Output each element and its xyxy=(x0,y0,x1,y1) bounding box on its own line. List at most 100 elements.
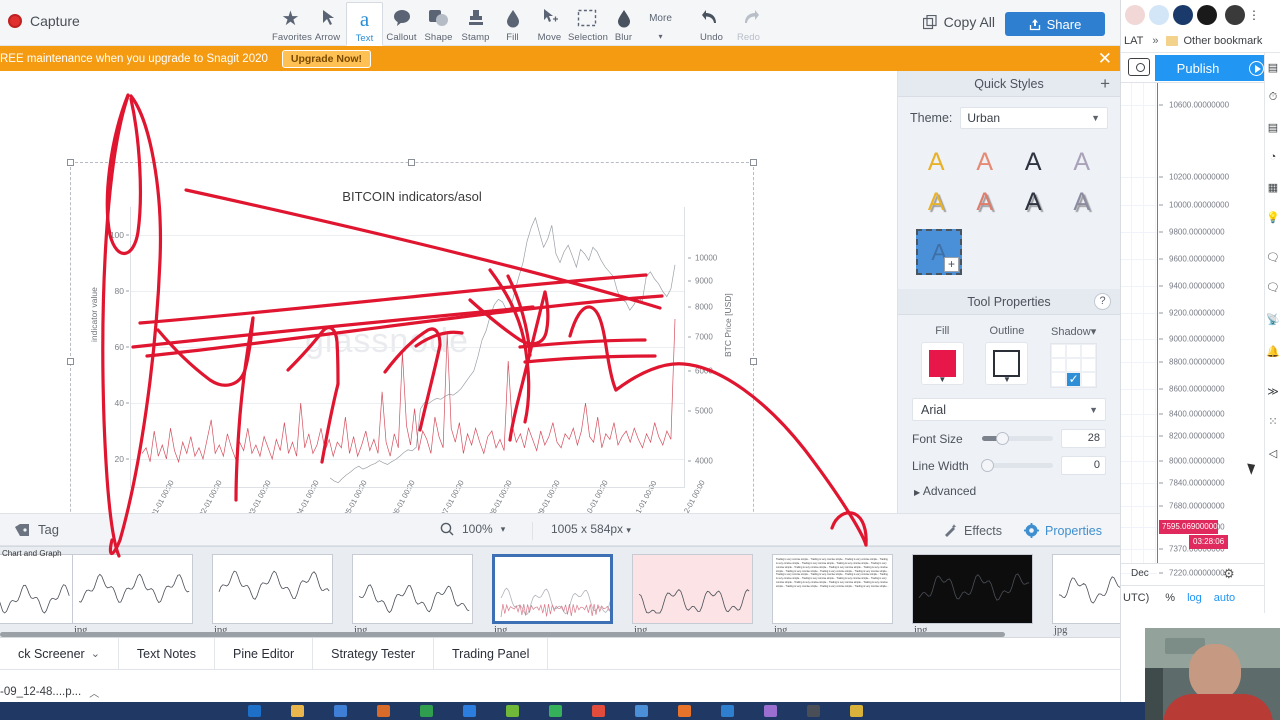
shadow-direction-grid[interactable]: ✓ xyxy=(1050,343,1098,388)
line-width-value[interactable]: 0 xyxy=(1061,456,1106,475)
taskbar-icon[interactable] xyxy=(721,705,734,717)
quick-style-swatch[interactable]: A xyxy=(961,185,1010,219)
effects-button[interactable]: Effects xyxy=(943,523,1002,538)
tray-thumbnail[interactable] xyxy=(352,554,473,624)
extension-icon-4[interactable] xyxy=(1197,5,1217,25)
taskbar-icon[interactable] xyxy=(764,705,777,717)
bottom-tab[interactable]: Strategy Tester xyxy=(313,637,434,670)
shadow-cell[interactable] xyxy=(1051,344,1067,358)
taskbar-icon[interactable] xyxy=(334,705,347,717)
taskbar-icon[interactable] xyxy=(377,705,390,717)
tag-button[interactable]: Tag xyxy=(14,522,59,537)
collapse-icon[interactable]: ≫ xyxy=(1265,383,1280,399)
shadow-cell[interactable] xyxy=(1066,358,1082,372)
extension-icon-3[interactable] xyxy=(1173,5,1193,25)
zoom-control[interactable]: 100% ▾ xyxy=(440,522,505,536)
calendar-icon[interactable]: ▦ xyxy=(1265,179,1280,195)
notifications-bell-icon[interactable]: 🔔 xyxy=(1265,343,1280,359)
public-chat-icon[interactable]: 🗨 xyxy=(1265,279,1280,295)
font-size-value[interactable]: 28 xyxy=(1061,429,1106,448)
taskbar-icon[interactable] xyxy=(678,705,691,717)
stream-icon[interactable]: 📡 xyxy=(1265,311,1280,327)
dimensions-control[interactable]: 1005 x 584px ▾ xyxy=(532,522,631,540)
tray-thumbnail[interactable]: Trading is very concise simple... Tradin… xyxy=(772,554,893,624)
alerts-clock-icon[interactable]: ⏱ xyxy=(1265,89,1280,105)
shadow-cell[interactable] xyxy=(1081,372,1097,387)
bookmarks-overflow-icon[interactable]: » xyxy=(1152,35,1158,47)
shadow-cell-selected[interactable]: ✓ xyxy=(1066,372,1082,387)
resize-handle-n[interactable] xyxy=(408,159,415,166)
hotlist-icon[interactable]: ◔ xyxy=(1265,149,1280,165)
auto-toggle[interactable]: auto xyxy=(1214,592,1235,604)
bottom-tab[interactable]: Trading Panel xyxy=(434,637,549,670)
extension-icon-2[interactable] xyxy=(1149,5,1169,25)
bottom-tab[interactable]: ck Screener ⌄ xyxy=(0,637,119,670)
taskbar-icon[interactable] xyxy=(807,705,820,717)
watchlist-icon[interactable]: ▤ xyxy=(1265,59,1280,75)
close-icon[interactable]: ✕ xyxy=(1098,49,1112,69)
chevron-up-icon[interactable]: ︿ xyxy=(89,685,99,700)
tool-redo[interactable]: Redo xyxy=(730,2,767,46)
chevron-down-icon[interactable]: ▾ xyxy=(1091,326,1097,338)
tool-fill[interactable]: Fill xyxy=(494,2,531,46)
tool-blur[interactable]: Blur xyxy=(605,2,642,46)
hide-panel-icon[interactable]: ◁ xyxy=(1265,445,1280,461)
quick-style-swatch[interactable]: A xyxy=(1058,185,1107,219)
tray-thumbnail[interactable] xyxy=(492,554,613,624)
tool-stamp[interactable]: Stamp xyxy=(457,2,494,46)
chat-icon[interactable]: 🗨 xyxy=(1265,249,1280,265)
tool-arrow[interactable]: Arrow xyxy=(309,2,346,46)
publish-button[interactable]: Publish xyxy=(1155,55,1241,81)
quick-style-swatch[interactable]: A xyxy=(961,145,1010,179)
taskbar-icon[interactable] xyxy=(549,705,562,717)
bookmark-lat[interactable]: LAT xyxy=(1124,35,1143,47)
taskbar-icon[interactable] xyxy=(248,705,261,717)
shadow-cell[interactable] xyxy=(1066,344,1082,358)
copy-all-button[interactable]: Copy All xyxy=(922,14,995,30)
ideas-icon[interactable]: 💡 xyxy=(1265,209,1280,225)
resize-handle-ne[interactable] xyxy=(750,159,757,166)
bottom-tab[interactable]: Pine Editor xyxy=(215,637,314,670)
tool-callout[interactable]: Callout xyxy=(383,2,420,46)
tool-selection[interactable]: Selection xyxy=(568,2,608,46)
add-style-icon[interactable]: + xyxy=(1100,74,1110,94)
tool-text[interactable]: a Text xyxy=(346,2,383,46)
gear-icon[interactable]: ⚙ xyxy=(1223,566,1235,582)
tool-favorites[interactable]: ★ Favorites xyxy=(272,2,312,46)
taskbar-icon[interactable] xyxy=(850,705,863,717)
other-bookmarks-label[interactable]: Other bookmark xyxy=(1183,35,1262,47)
extension-icon-1[interactable] xyxy=(1125,5,1145,25)
resize-handle-e[interactable] xyxy=(750,358,757,365)
quick-style-swatch[interactable]: A xyxy=(1009,185,1058,219)
font-family-select[interactable]: Arial ▼ xyxy=(912,398,1106,421)
profile-avatar[interactable] xyxy=(1225,5,1245,25)
tray-thumbnail[interactable] xyxy=(72,554,193,624)
line-width-slider[interactable] xyxy=(981,459,1053,472)
tool-move[interactable]: Move xyxy=(531,2,568,46)
font-size-slider[interactable] xyxy=(982,432,1053,445)
editor-canvas[interactable]: BITCOIN indicators/asol indicator value … xyxy=(0,71,897,565)
capture-button[interactable]: Capture xyxy=(8,13,80,29)
tool-shape[interactable]: Shape xyxy=(420,2,457,46)
tool-more[interactable]: More ▾ xyxy=(642,2,679,46)
shadow-cell[interactable] xyxy=(1051,372,1067,387)
fill-swatch-button[interactable]: ▼ xyxy=(920,342,964,385)
taskbar-icon[interactable] xyxy=(420,705,433,717)
taskbar-icon[interactable] xyxy=(506,705,519,717)
tray-thumbnail[interactable] xyxy=(0,554,73,624)
log-toggle[interactable]: log xyxy=(1187,592,1202,604)
tradingview-price-scale[interactable]: 10600.00000000 10200.00000000 10000.000000… xyxy=(1121,83,1280,580)
outline-swatch-button[interactable]: ▼ xyxy=(985,342,1029,385)
taskbar-icon[interactable] xyxy=(463,705,476,717)
theme-select[interactable]: Urban ▼ xyxy=(960,107,1108,129)
advanced-toggle[interactable]: ▶ Advanced xyxy=(914,484,1108,498)
upgrade-now-button[interactable]: Upgrade Now! xyxy=(281,49,372,68)
browser-menu-icon[interactable]: ⋮ xyxy=(1248,8,1260,22)
resize-handle-nw[interactable] xyxy=(67,159,74,166)
folder-icon[interactable] xyxy=(1166,36,1179,46)
chevron-down-icon[interactable]: ⌄ xyxy=(91,647,100,660)
horizontal-scrollbar[interactable] xyxy=(0,632,1005,637)
quick-style-swatch[interactable]: A xyxy=(912,145,961,179)
data-window-icon[interactable]: ▤ xyxy=(1265,119,1280,135)
taskbar-icon[interactable] xyxy=(291,705,304,717)
